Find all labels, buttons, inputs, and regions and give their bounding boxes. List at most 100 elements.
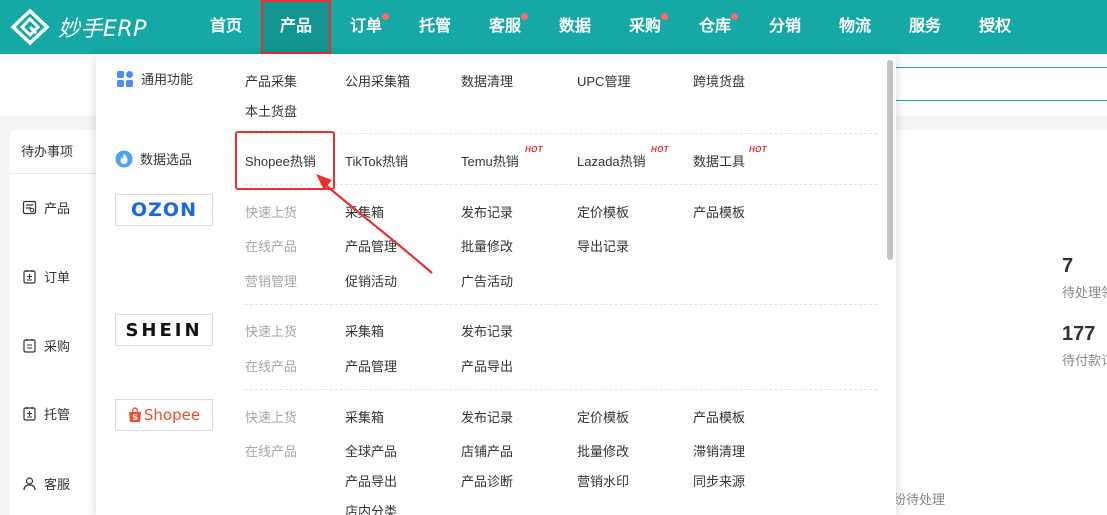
shein-quick-list[interactable]: 快速上货 [245, 321, 297, 340]
nav-label: 分销 [768, 18, 801, 35]
nav-label: 物流 [838, 18, 871, 35]
nav-warehouse[interactable]: 仓库 [685, 0, 745, 54]
shopee-slow-cleanup[interactable]: 滞销清理 [693, 441, 745, 460]
brand-name: 妙手ERP [58, 17, 147, 42]
nav-label: 仓库 [698, 18, 731, 35]
shopee-online-products[interactable]: 在线产品 [245, 441, 297, 460]
shein-collect-box[interactable]: 采集箱 [345, 321, 384, 340]
shopee-product-diagnosis[interactable]: 产品诊断 [461, 471, 513, 490]
shopee-sync-source[interactable]: 同步来源 [693, 471, 745, 490]
menu-divider [245, 389, 877, 390]
shopee-shop-products[interactable]: 店铺产品 [461, 441, 513, 460]
todo-panel [10, 130, 96, 515]
logo-icon [10, 8, 50, 46]
ozon-product-template[interactable]: 产品模板 [693, 202, 745, 221]
menu-product-collect[interactable]: 产品采集 [245, 71, 297, 90]
todo-item-hosting[interactable]: 托管 [22, 403, 70, 423]
menu-divider [245, 304, 877, 305]
flame-icon [115, 150, 133, 167]
ozon-export-log[interactable]: 导出记录 [577, 236, 629, 255]
menu-upc-manage[interactable]: UPC管理 [577, 71, 630, 90]
stat-number: 177 [1062, 323, 1096, 345]
nav-hosting[interactable]: 托管 [405, 0, 465, 54]
nav-logistics[interactable]: 物流 [825, 0, 885, 54]
shopee-product-template[interactable]: 产品模板 [693, 407, 745, 426]
todo-label: 产品 [44, 200, 71, 216]
shein-product-manage[interactable]: 产品管理 [345, 356, 397, 375]
menu-cross-border-stock[interactable]: 跨境货盘 [693, 71, 745, 90]
ozon-quick-list[interactable]: 快速上货 [245, 202, 297, 221]
shopee-collect-box[interactable]: 采集箱 [345, 407, 384, 426]
product-icon [22, 200, 37, 214]
hosting-icon [23, 406, 36, 421]
shein-product-export[interactable]: 产品导出 [461, 356, 513, 375]
shein-logo: SHEIN [115, 314, 213, 346]
search-input[interactable] [893, 67, 1107, 101]
nav-label: 订单 [349, 18, 382, 35]
todo-label: 托管 [44, 406, 71, 422]
notification-dot [731, 13, 738, 20]
nav-label: 服务 [908, 18, 941, 35]
todo-item-service[interactable]: 客服 [22, 473, 70, 493]
shopee-price-template[interactable]: 定价模板 [577, 407, 629, 426]
nav-services[interactable]: 服务 [895, 0, 955, 54]
todo-item-product[interactable]: 产品 [22, 197, 70, 217]
ozon-batch-edit[interactable]: 批量修改 [461, 236, 513, 255]
menu-lazada-hot[interactable]: Lazada热销 [577, 151, 646, 170]
shopee-batch-edit[interactable]: 批量修改 [577, 441, 629, 460]
shein-publish-log[interactable]: 发布记录 [461, 321, 513, 340]
menu-temu-hot[interactable]: Temu热销 [461, 151, 519, 170]
nav-label: 客服 [488, 18, 521, 35]
nav-product[interactable]: 产品 [261, 0, 331, 54]
nav-order[interactable]: 订单 [336, 0, 396, 54]
hot-badge: HOT [525, 145, 543, 154]
nav-distribution[interactable]: 分销 [755, 0, 815, 54]
todo-item-order[interactable]: 订单 [22, 266, 70, 286]
brand-logo[interactable]: 妙手ERP [10, 8, 147, 46]
shopee-global-products[interactable]: 全球产品 [345, 441, 397, 460]
shopee-quick-list[interactable]: 快速上货 [245, 407, 297, 426]
shein-online-products[interactable]: 在线产品 [245, 356, 297, 375]
ozon-online-products[interactable]: 在线产品 [245, 236, 297, 255]
menu-local-stock[interactable]: 本土货盘 [245, 101, 297, 120]
hot-badge: HOT [749, 145, 767, 154]
nav-label: 首页 [209, 18, 242, 35]
shopee-shop-category[interactable]: 店内分类 [345, 501, 397, 515]
nav-label: 采购 [628, 18, 661, 35]
service-icon [23, 476, 36, 490]
nav-label: 授权 [978, 18, 1011, 35]
shopee-bag-icon: S [128, 407, 141, 422]
menu-data-tools[interactable]: 数据工具 [693, 151, 745, 170]
shopee-logo: S Shopee [115, 399, 213, 431]
ozon-marketing[interactable]: 营销管理 [245, 271, 297, 290]
stat-label: 待处理领 [1062, 285, 1107, 300]
category-label: 数据选品 [140, 152, 193, 167]
todo-label: 采购 [44, 338, 71, 354]
nav-label: 数据 [558, 18, 591, 35]
ozon-brand-text: OZON [131, 199, 197, 221]
shopee-publish-log[interactable]: 发布记录 [461, 407, 513, 426]
nav-service[interactable]: 客服 [475, 0, 535, 54]
ozon-price-template[interactable]: 定价模板 [577, 202, 629, 221]
category-data-select: 数据选品 [115, 149, 192, 168]
menu-data-clean[interactable]: 数据清理 [461, 71, 513, 90]
todo-label: 订单 [44, 269, 71, 285]
todo-label: 客服 [44, 476, 71, 492]
shopee-product-export[interactable]: 产品导出 [345, 471, 397, 490]
ozon-ad-campaign[interactable]: 广告活动 [461, 271, 513, 290]
nav-label: 托管 [418, 18, 451, 35]
shopee-brand-text: Shopee [143, 406, 201, 424]
nav-purchase[interactable]: 采购 [615, 0, 675, 54]
notification-dot [382, 13, 389, 20]
nav-data[interactable]: 数据 [545, 0, 605, 54]
annotation-arrow [316, 174, 433, 274]
nav-home[interactable]: 首页 [196, 0, 256, 54]
todo-item-purchase[interactable]: 采购 [22, 335, 70, 355]
shopee-watermark[interactable]: 营销水印 [577, 471, 629, 490]
menu-scrollbar[interactable] [887, 60, 893, 260]
shein-brand-text: SHEIN [125, 319, 203, 341]
ozon-publish-log[interactable]: 发布记录 [461, 202, 513, 221]
category-label: 通用功能 [141, 72, 194, 87]
nav-authorize[interactable]: 授权 [965, 0, 1025, 54]
menu-public-collect-box[interactable]: 公用采集箱 [345, 71, 410, 90]
